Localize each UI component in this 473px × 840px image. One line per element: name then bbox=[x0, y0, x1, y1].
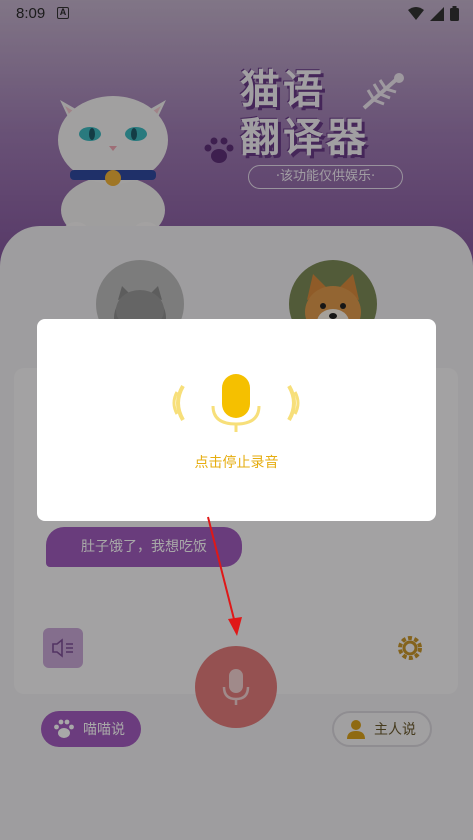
recording-mic-icon[interactable] bbox=[163, 372, 309, 434]
stop-recording-hint[interactable]: 点击停止录音 bbox=[37, 452, 436, 472]
annotation-arrow-icon bbox=[207, 516, 242, 636]
